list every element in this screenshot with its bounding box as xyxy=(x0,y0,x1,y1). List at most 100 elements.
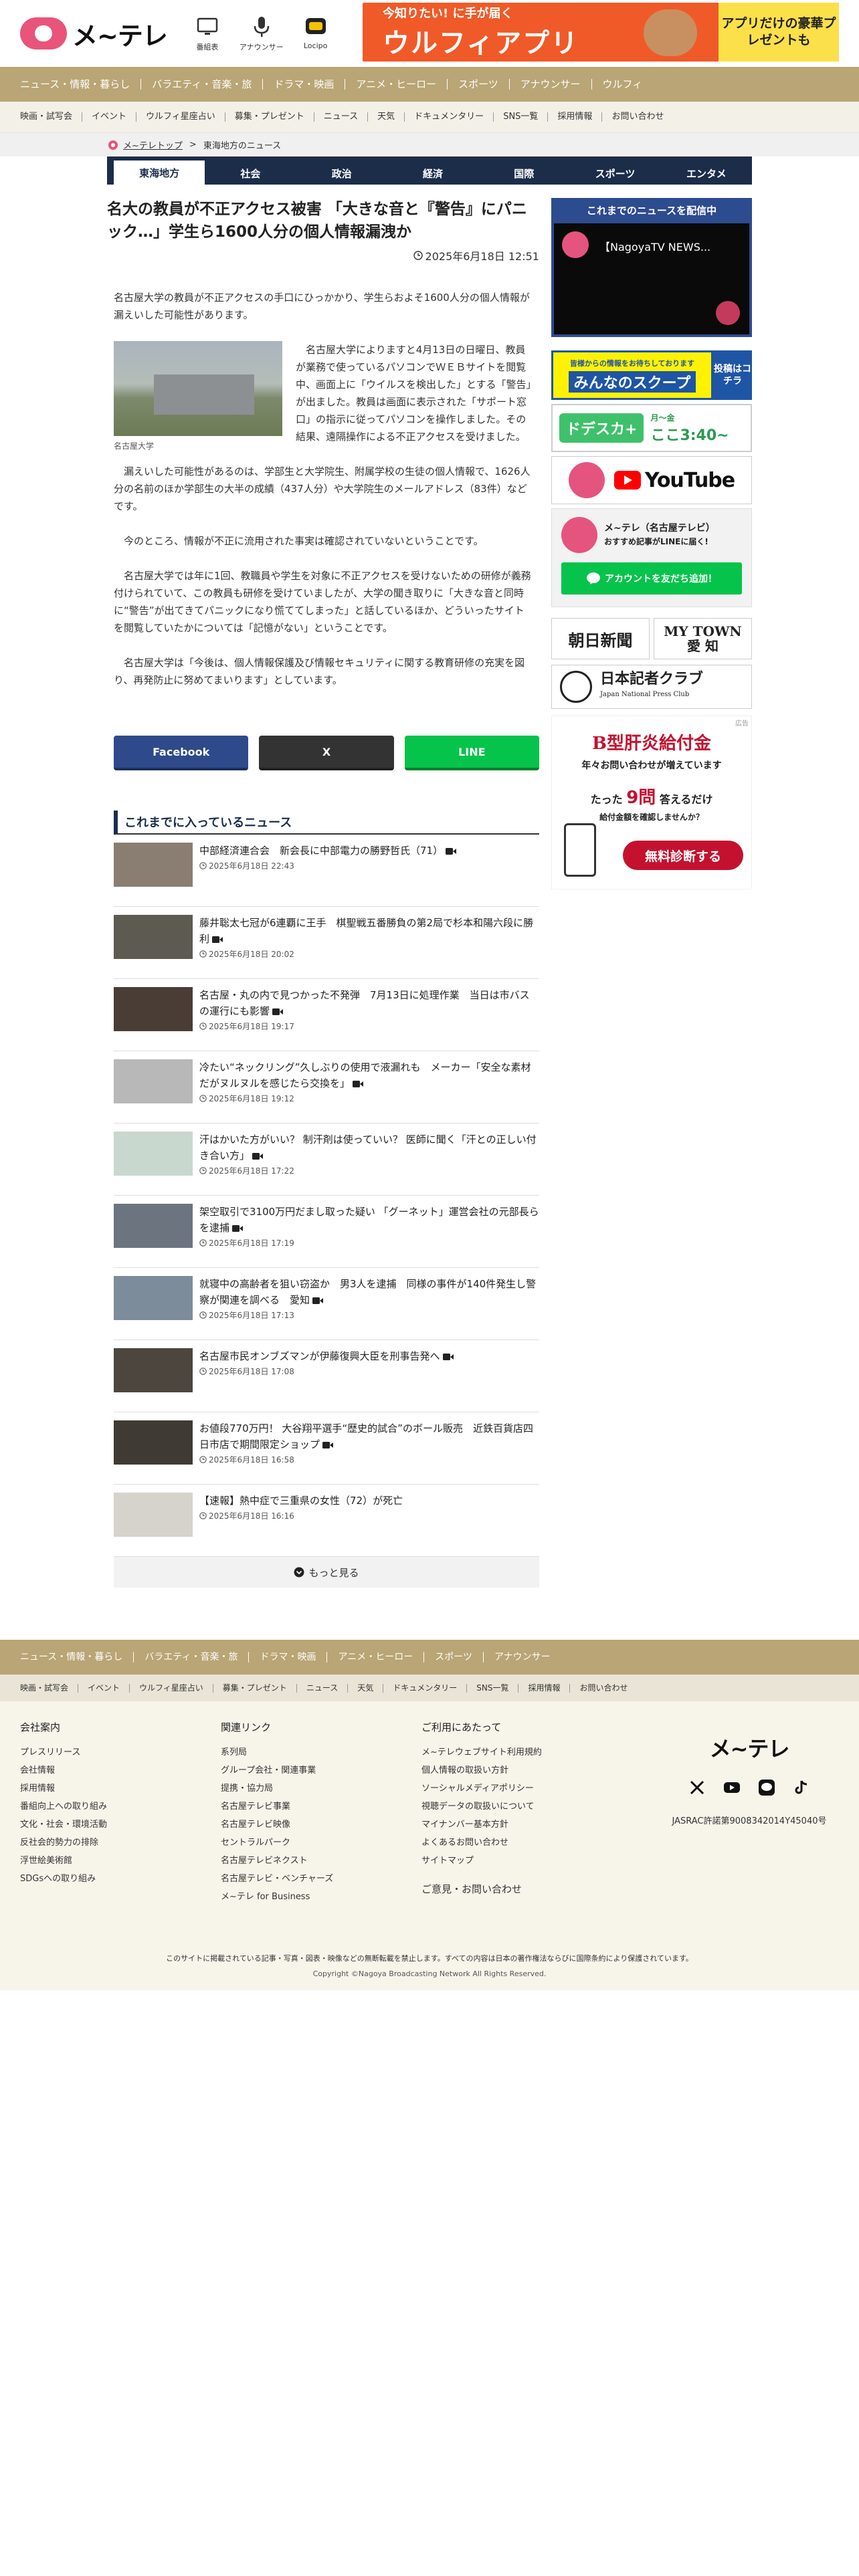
line-icon[interactable] xyxy=(758,1779,775,1796)
news-thumbnail[interactable] xyxy=(114,915,193,959)
news-list-item[interactable]: 名古屋市民オンブズマンが伊藤復興大臣を刑事告発へ 2025年6月18日 17:08 xyxy=(114,1340,539,1412)
nav2-event[interactable]: イベント xyxy=(82,112,137,122)
news-list-item[interactable]: 中部経済連合会 新会長に中部電力の勝野哲氏（71） 2025年6月18日 22:4… xyxy=(114,835,539,907)
x-icon[interactable] xyxy=(688,1779,706,1796)
news-thumbnail[interactable] xyxy=(114,843,193,887)
news-title[interactable]: 中部経済連合会 新会長に中部電力の勝野哲氏（71） xyxy=(199,843,539,859)
news-list-item[interactable]: 架空取引で3100万円だまし取った疑い 「グーネット」運営会社の元部長らを逮捕 2… xyxy=(114,1196,539,1268)
footer-link[interactable]: ソーシャルメディアポリシー xyxy=(421,1780,622,1798)
news-title[interactable]: 藤井聡太七冠が6連覇に王手 棋聖戦五番勝負の第2局で杉本和陽六段に勝利 xyxy=(199,915,539,947)
footer-link[interactable]: 文化・社会・環境活動 xyxy=(20,1816,221,1834)
footer-link[interactable]: グループ会社・関連事業 xyxy=(221,1761,421,1780)
nav-news[interactable]: ニュース・情報・暮らし xyxy=(20,79,142,90)
footer-link[interactable]: 会社情報 xyxy=(20,1761,221,1780)
live-video-player[interactable]: 【NagoyaTV NEWS... xyxy=(554,223,749,334)
footer-link[interactable]: セントラルパーク xyxy=(221,1834,421,1852)
nav2-present[interactable]: 募集・プレゼント xyxy=(225,112,314,122)
news-title[interactable]: 冷たい“ネックリング”久しぶりの使用で液漏れも メーカー「安全な素材だがヌルヌル… xyxy=(199,1059,539,1091)
footer-link[interactable]: 名古屋テレビ事業 xyxy=(221,1798,421,1816)
news-title[interactable]: 【速報】熱中症で三重県の女性（72）が死亡 xyxy=(199,1493,539,1509)
nav2-recruit[interactable]: 採用情報 xyxy=(548,112,603,122)
tab-society[interactable]: 社会 xyxy=(205,162,296,185)
footer-link[interactable]: 名古屋テレビ・ベンチャーズ xyxy=(221,1870,421,1888)
tab-international[interactable]: 国際 xyxy=(478,162,569,185)
news-thumbnail[interactable] xyxy=(114,1132,193,1176)
nav-sports[interactable]: スポーツ xyxy=(448,79,510,90)
news-title[interactable]: 名古屋・丸の内で見つかった不発弾 7月13日に処理作業 当日は市バスの運行にも影… xyxy=(199,987,539,1019)
share-facebook-button[interactable]: Facebook xyxy=(114,736,249,770)
news-list-item[interactable]: 藤井聡太七冠が6連覇に王手 棋聖戦五番勝負の第2局で杉本和陽六段に勝利 2025年… xyxy=(114,907,539,979)
footer-link[interactable]: 名古屋テレビネクスト xyxy=(221,1852,421,1870)
tab-economy[interactable]: 経済 xyxy=(387,162,478,185)
more-button[interactable]: もっと見る xyxy=(114,1557,539,1588)
site-logo[interactable]: メ~テレ xyxy=(20,15,168,52)
nav2-movie[interactable]: 映画・試写会 xyxy=(20,112,83,122)
nagoya-university-photo[interactable] xyxy=(114,341,282,436)
footer-link[interactable]: 名古屋テレビ映像 xyxy=(221,1816,421,1834)
news-thumbnail[interactable] xyxy=(114,987,193,1031)
footer-nav2-movie[interactable]: 映画・試写会 xyxy=(20,1683,79,1693)
mytown-aichi-banner[interactable]: MY TOWN 愛 知 xyxy=(654,618,752,659)
nav2-documentary[interactable]: ドキュメンタリー xyxy=(405,112,494,122)
nav-anime[interactable]: アニメ・ヒーロー xyxy=(345,79,448,90)
tab-sports[interactable]: スポーツ xyxy=(569,162,660,185)
press-club-banner[interactable]: 日本記者クラブ Japan National Press Club xyxy=(551,665,752,709)
nav-drama[interactable]: ドラマ・映画 xyxy=(263,79,346,90)
news-thumbnail[interactable] xyxy=(114,1493,193,1537)
footer-nav2-recruit[interactable]: 採用情報 xyxy=(518,1683,571,1693)
nav-announcer[interactable]: アナウンサー xyxy=(510,79,592,90)
tab-entertainment[interactable]: エンタメ xyxy=(661,162,752,185)
tv-guide-link[interactable]: 番組表 xyxy=(195,15,219,52)
footer-contact-link[interactable]: ご意見・お問い合わせ xyxy=(421,1881,622,1899)
news-thumbnail[interactable] xyxy=(114,1059,193,1103)
news-thumbnail[interactable] xyxy=(114,1348,193,1392)
footer-nav-announcer[interactable]: アナウンサー xyxy=(484,1652,561,1662)
footer-link[interactable]: 個人情報の取扱い方針 xyxy=(421,1761,622,1780)
nav2-weather[interactable]: 天気 xyxy=(368,112,405,122)
news-list-item[interactable]: 名古屋・丸の内で見つかった不発弾 7月13日に処理作業 当日は市バスの運行にも影… xyxy=(114,979,539,1051)
breadcrumb-home[interactable]: メ~テレトップ xyxy=(107,138,183,151)
dodesuka-banner[interactable]: ドデスカ+ 月～金 ここ3:40~ xyxy=(551,404,752,452)
news-list-item[interactable]: 冷たい“ネックリング”久しぶりの使用で液漏れも メーカー「安全な素材だがヌルヌル… xyxy=(114,1051,539,1123)
news-thumbnail[interactable] xyxy=(114,1204,193,1248)
footer-link[interactable]: 浮世絵美術館 xyxy=(20,1852,221,1870)
youtube-banner[interactable]: YouTube xyxy=(551,456,752,504)
nav2-news[interactable]: ニュース xyxy=(314,112,369,122)
footer-link[interactable]: プレスリリース xyxy=(20,1743,221,1761)
footer-link[interactable]: サイトマップ xyxy=(421,1852,622,1870)
footer-nav2-weather[interactable]: 天気 xyxy=(348,1683,384,1693)
nav2-contact[interactable]: お問い合わせ xyxy=(602,112,673,122)
footer-nav2-news[interactable]: ニュース xyxy=(297,1683,349,1693)
news-thumbnail[interactable] xyxy=(114,1420,193,1465)
news-list-item[interactable]: お値段770万円！ 大谷翔平選手“歴史的試合”のボール販売 近鉄百貨店四日市店で… xyxy=(114,1412,539,1485)
news-title[interactable]: 汗はかいた方がいい？ 制汗剤は使っていい？ 医師に聞く「汗との正しい付き合い方」 xyxy=(199,1132,539,1164)
announcer-link[interactable]: アナウンサー xyxy=(240,15,284,52)
minna-scoop-banner[interactable]: 皆様からの情報をお待ちしております みんなのスクープ 投稿はコチラ xyxy=(551,350,752,400)
footer-nav2-horoscope[interactable]: ウルフィ星座占い xyxy=(130,1683,213,1693)
news-list-item[interactable]: 【速報】熱中症で三重県の女性（72）が死亡 2025年6月18日 16:16 xyxy=(114,1485,539,1557)
footer-nav-news[interactable]: ニュース・情報・暮らし xyxy=(20,1652,134,1662)
footer-link[interactable]: 視聴データの取扱いについて xyxy=(421,1798,622,1816)
share-line-button[interactable]: LINE xyxy=(404,736,539,770)
footer-link[interactable]: メ~テレウェブサイト利用規約 xyxy=(421,1743,622,1761)
news-list-item[interactable]: 就寝中の高齢者を狙い窃盗か 男3人を逮捕 同様の事件が140件発生し警察が関連を… xyxy=(114,1268,539,1340)
footer-link[interactable]: マイナンバー基本方針 xyxy=(421,1816,622,1834)
footer-link[interactable]: 系列局 xyxy=(221,1743,421,1761)
footer-link[interactable]: 番組向上への取り組み xyxy=(20,1798,221,1816)
news-title[interactable]: お値段770万円！ 大谷翔平選手“歴史的試合”のボール販売 近鉄百貨店四日市店で… xyxy=(199,1420,539,1453)
wolfy-app-banner[interactable]: 今知りたい! に手が届く ウルフィアプリ アプリだけの豪華プレゼントも xyxy=(363,3,839,62)
footer-logo[interactable]: メ~テレ xyxy=(662,1732,836,1763)
nav2-horoscope[interactable]: ウルフィ星座占い xyxy=(136,112,225,122)
line-add-friend-button[interactable]: アカウントを友だち追加！ xyxy=(561,562,742,595)
footer-nav-variety[interactable]: バラエティ・音楽・旅 xyxy=(134,1652,250,1662)
hepatitis-ad[interactable]: 広告 B型肝炎給付金 年々お問い合わせが増えています たった 9問 答えるだけ … xyxy=(551,716,752,889)
nav2-sns[interactable]: SNS一覧 xyxy=(494,112,549,122)
footer-nav2-event[interactable]: イベント xyxy=(78,1683,130,1693)
tiktok-icon[interactable] xyxy=(793,1779,810,1796)
news-list-item[interactable]: 汗はかいた方がいい？ 制汗剤は使っていい？ 医師に聞く「汗との正しい付き合い方」… xyxy=(114,1123,539,1196)
nav-wolfy[interactable]: ウルフィ xyxy=(592,79,654,90)
news-thumbnail[interactable] xyxy=(114,1276,193,1320)
footer-nav2-present[interactable]: 募集・プレゼント xyxy=(213,1683,297,1693)
footer-link[interactable]: メ~テレ for Business xyxy=(221,1888,421,1906)
asahi-banner[interactable]: 朝日新聞 xyxy=(551,618,650,659)
